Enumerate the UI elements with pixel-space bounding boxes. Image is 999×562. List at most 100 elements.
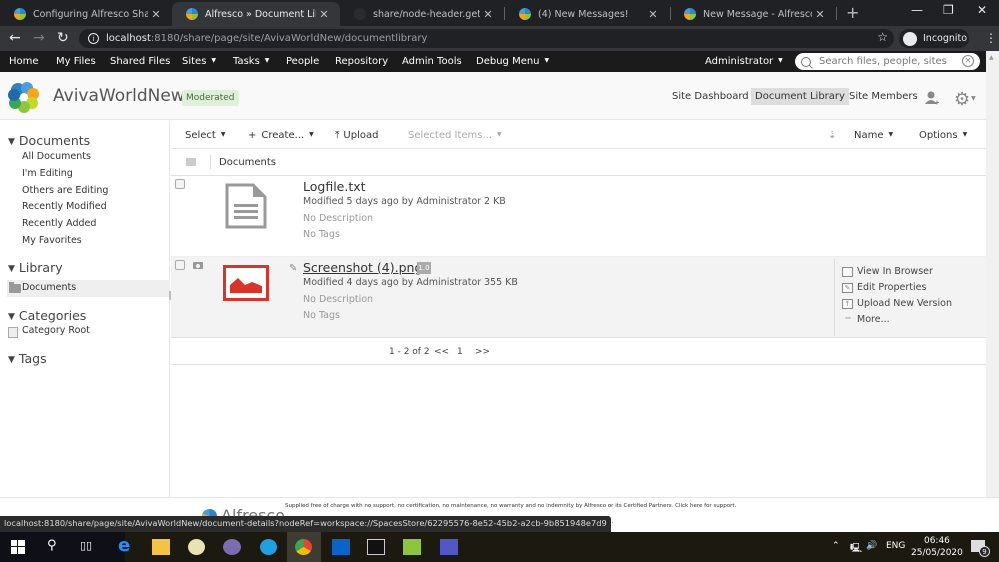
library-folder-documents[interactable]: Documents (22, 282, 76, 293)
pagination-page[interactable]: 1 (457, 347, 463, 357)
action-edit-properties[interactable]: ✎ Edit Properties (842, 282, 926, 293)
sort-field-menu[interactable]: Name ▼ (854, 130, 893, 141)
site-settings-gear-icon[interactable]: ⚙▼ (954, 89, 976, 110)
text-document-icon[interactable] (225, 183, 267, 229)
filter-all-documents[interactable]: All Documents (22, 151, 91, 162)
app-header-nav: Home My Files Shared Files Sites ▼ Tasks ▼… (0, 51, 986, 72)
browser-tab[interactable]: share/node-header.get.js at ma ✕ (340, 2, 504, 26)
document-row[interactable]: Logfile.txt Modified 5 days ago by Admin… (171, 176, 986, 257)
breadcrumb-current[interactable]: Documents (219, 157, 276, 168)
filter-im-editing[interactable]: I'm Editing (22, 168, 73, 179)
selected-items-menu[interactable]: Selected Items... ▼ (408, 130, 502, 141)
nav-repository[interactable]: Repository (335, 56, 388, 67)
nav-tasks[interactable]: Tasks ▼ (233, 56, 269, 67)
documents-section-toggle[interactable]: ▼ Documents (8, 133, 90, 148)
document-row[interactable]: ✎ Screenshot (4).png 1.0 Modified 4 days… (171, 257, 986, 338)
select-menu[interactable]: Select ▼ (185, 130, 225, 141)
show-hidden-icons-icon[interactable]: ⌃ (832, 541, 840, 551)
system-clock[interactable]: 06:46 25/05/2020 (911, 535, 963, 559)
footer-legal-text[interactable]: Supplied free of charge with no support,… (285, 503, 736, 509)
options-menu[interactable]: Options ▼ (919, 130, 967, 141)
volume-icon[interactable]: 🔊 (866, 541, 877, 551)
search-input[interactable]: Search files, people, sites ✕ (795, 53, 980, 70)
browser-menu-icon[interactable]: ⋮ (985, 31, 997, 45)
browser-tab[interactable]: (4) New Messages! ✕ (505, 2, 669, 26)
user-menu[interactable]: Administrator ▼ (705, 56, 783, 67)
folder-up-icon[interactable] (186, 158, 196, 166)
invite-user-icon[interactable] (925, 91, 939, 106)
page-scrollbar[interactable]: ▲ (986, 51, 999, 497)
task-view-icon[interactable]: ▯▯ (80, 539, 92, 552)
restore-button[interactable]: ❐ (943, 3, 954, 17)
site-nav-document-library[interactable]: Document Library (751, 88, 849, 105)
edit-pencil-icon[interactable]: ✎ (289, 263, 299, 274)
tags-section-toggle[interactable]: ▼ Tags (8, 351, 47, 366)
row-actions-panel: View In Browser ✎ Edit Properties ↑ Upload… (834, 259, 986, 336)
reload-button[interactable]: ↻ (57, 30, 69, 46)
library-section-toggle[interactable]: ▼ Library (8, 260, 63, 275)
upload-button[interactable]: ⤒ Upload (335, 130, 378, 141)
nav-debug-menu[interactable]: Debug Menu ▼ (476, 56, 549, 67)
caret-down-icon: ▼ (888, 131, 894, 138)
action-upload-new-version[interactable]: ↑ Upload New Version (842, 298, 952, 309)
pagination-prev[interactable]: << (434, 347, 449, 357)
action-more[interactable]: ··· More... (842, 314, 890, 325)
wamp-icon[interactable] (188, 539, 205, 555)
action-center-icon[interactable]: 9 (971, 540, 990, 557)
minimize-button[interactable]: — (911, 3, 923, 17)
filter-recently-added[interactable]: Recently Added (22, 218, 96, 229)
new-tab-button[interactable]: + (846, 3, 859, 22)
row-checkbox[interactable] (175, 179, 185, 189)
browser-tab[interactable]: Configuring Alfresco Share | Al ✕ (0, 2, 172, 26)
notepad-icon[interactable] (403, 539, 421, 555)
edge-icon[interactable]: e (118, 535, 130, 556)
close-tab-icon[interactable]: ✕ (645, 8, 661, 21)
filter-others-editing[interactable]: Others are Editing (22, 185, 108, 196)
filter-recently-modified[interactable]: Recently Modified (22, 201, 107, 212)
close-tab-icon[interactable]: ✕ (812, 8, 828, 21)
nav-sites[interactable]: Sites ▼ (182, 56, 216, 67)
category-root[interactable]: Category Root (22, 325, 90, 336)
clear-search-icon[interactable]: ✕ (962, 55, 974, 67)
nav-home[interactable]: Home (9, 56, 39, 67)
input-language[interactable]: ENG (886, 541, 905, 551)
filter-my-favorites[interactable]: My Favorites (22, 235, 82, 246)
skype-icon[interactable] (260, 539, 277, 555)
teams-icon[interactable] (440, 539, 458, 555)
terminal-icon[interactable] (367, 539, 385, 555)
network-icon[interactable]: 🖳 (850, 541, 862, 557)
categories-section-toggle[interactable]: ▼ Categories (8, 308, 86, 323)
file-name-link[interactable]: Screenshot (4).png (303, 260, 422, 275)
nav-admin-tools[interactable]: Admin Tools (402, 56, 462, 67)
search-icon[interactable]: ⚲ (47, 538, 57, 553)
file-name-link[interactable]: Logfile.txt (303, 179, 366, 194)
site-nav-members[interactable]: Site Members (849, 91, 918, 102)
row-checkbox[interactable] (175, 260, 185, 270)
windows-start-icon[interactable] (11, 539, 25, 555)
url-input[interactable]: i localhost:8180/share/page/site/AvivaWo… (79, 29, 894, 48)
nav-people[interactable]: People (286, 56, 319, 67)
back-button[interactable]: ← (9, 30, 21, 46)
close-tab-icon[interactable]: ✕ (148, 8, 164, 21)
forward-button[interactable]: → (33, 30, 45, 46)
action-view-in-browser[interactable]: View In Browser (842, 266, 933, 277)
sort-direction-icon[interactable]: ⇣ (828, 130, 836, 141)
create-menu[interactable]: + Create... ▼ (248, 130, 314, 141)
eclipse-icon[interactable] (223, 539, 241, 555)
close-tab-icon[interactable]: ✕ (480, 8, 496, 21)
close-tab-icon[interactable]: ✕ (316, 8, 332, 21)
site-nav-dashboard[interactable]: Site Dashboard (672, 91, 749, 102)
bookmark-star-icon[interactable]: ☆ (877, 30, 888, 44)
browser-tab-active[interactable]: Alfresco » Document Library ✕ (172, 2, 340, 26)
image-file-icon[interactable] (223, 265, 269, 301)
close-window-button[interactable]: ✕ (977, 3, 987, 17)
nav-shared-files[interactable]: Shared Files (110, 56, 170, 67)
outlook-icon[interactable] (332, 539, 350, 555)
pagination-next[interactable]: >> (475, 347, 490, 357)
nav-my-files[interactable]: My Files (56, 56, 96, 67)
incognito-profile-button[interactable]: Incognito (899, 29, 969, 48)
site-info-icon[interactable]: i (88, 33, 99, 44)
file-explorer-icon[interactable] (152, 539, 170, 555)
scroll-up-arrow-icon[interactable]: ▲ (989, 54, 994, 61)
browser-tab[interactable]: New Message - Alfresco Hub ✕ (670, 2, 836, 26)
